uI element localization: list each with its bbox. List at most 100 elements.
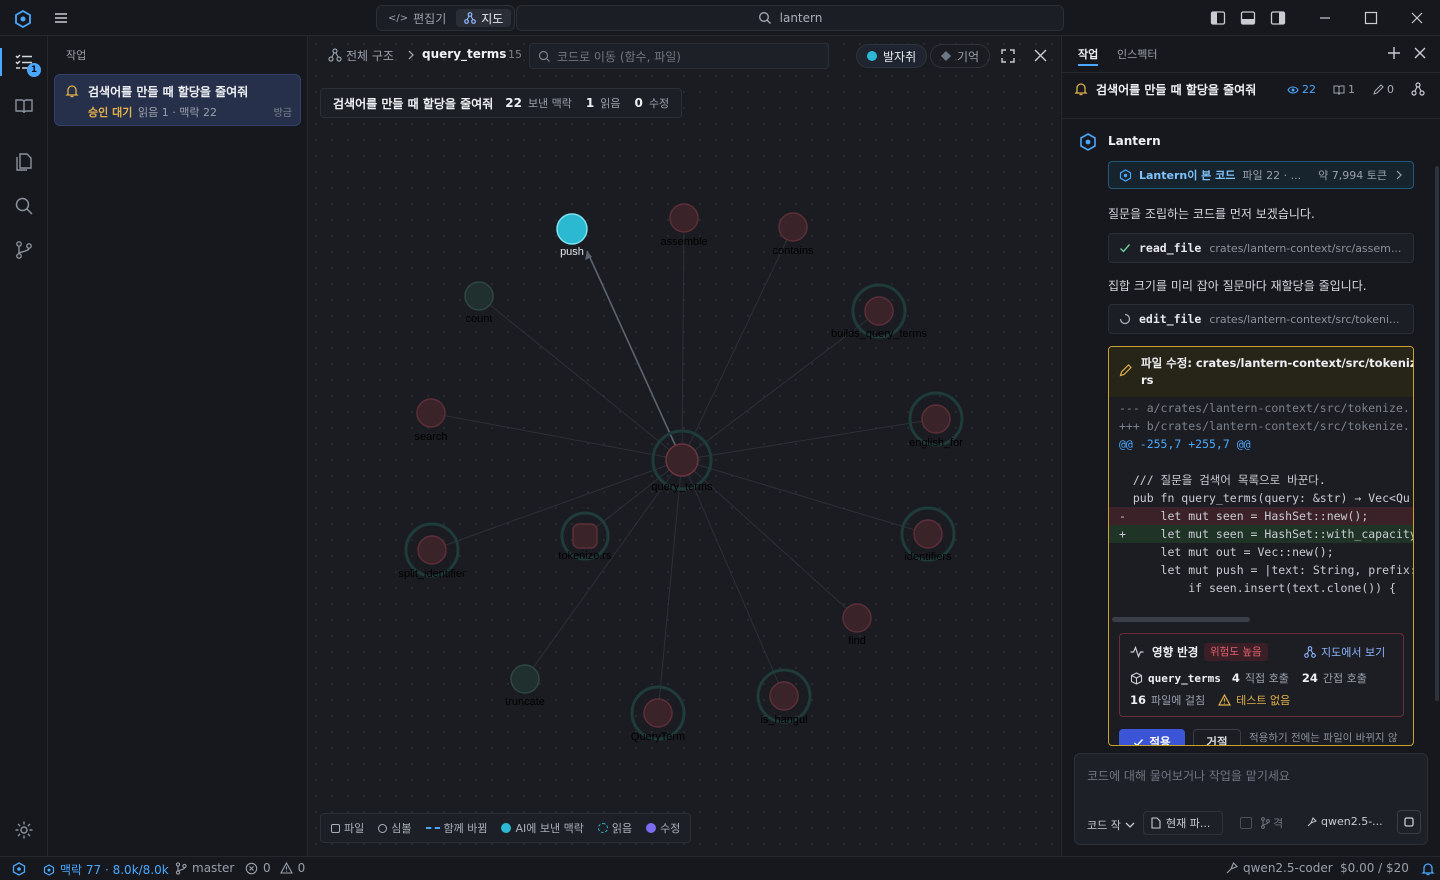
map-legend: 파일 심볼 함께 바뀜 AI에 보낸 맥락 읽음 수정: [320, 813, 692, 843]
cost-indicator[interactable]: $0.00 / $20: [1340, 861, 1409, 875]
context-usage[interactable]: 맥락 77 · 8.0k/8.0k: [43, 861, 169, 878]
graph-icon: [1304, 646, 1316, 658]
settings-icon[interactable]: [14, 820, 34, 840]
node-label-search: search: [414, 431, 447, 443]
node-label-contains: contains: [773, 245, 814, 257]
check-icon: [1119, 242, 1131, 254]
risk-badge: 위험도 높음: [1204, 643, 1268, 661]
add-task-icon[interactable]: [1387, 46, 1401, 60]
mode-select[interactable]: 코드 작: [1087, 817, 1135, 833]
toggle-left-panel-icon[interactable]: [1210, 10, 1226, 26]
branch-indicator[interactable]: master: [175, 861, 234, 875]
tab-inspector[interactable]: 인스펙터: [1117, 46, 1157, 62]
toggle-right-panel-icon[interactable]: [1270, 10, 1286, 26]
diff-line: if seen.insert(text.clone()) {: [1119, 581, 1396, 595]
tasks-badge: 1: [27, 63, 41, 77]
tasks-sidebar: 작업 검색어를 만들 때 할당을 줄여줘 승인 대기 읽음 1 · 맥락 22 …: [48, 36, 308, 856]
close-panel-icon[interactable]: [1414, 47, 1426, 59]
impact-radius-card: 영향 반경 위험도 높음 지도에서 보기 query_terms 4 직접 호출…: [1119, 633, 1404, 717]
search-icon: [758, 11, 772, 25]
chat-composer[interactable]: 코드에 대해 물어보거나 작업을 맡기세요 코드 작 현재 파... 격 qwe…: [1074, 753, 1428, 845]
stop-icon: [1404, 817, 1414, 827]
apply-button[interactable]: 적용: [1119, 729, 1185, 745]
node-label-find: find: [848, 635, 866, 647]
stop-button[interactable]: [1397, 810, 1421, 834]
lantern-status-icon[interactable]: [12, 862, 26, 876]
branch-icon: [175, 861, 187, 875]
model-select[interactable]: qwen2.5-...: [1307, 815, 1383, 828]
spinner-icon: [1119, 313, 1131, 325]
diff-title-line1: 파일 수정: crates/lantern-context/src/tokeni…: [1141, 356, 1414, 370]
node-label-query-term-type: QueryTerm: [631, 731, 685, 743]
git-checkbox[interactable]: [1240, 817, 1252, 829]
minimize-icon[interactable]: [1318, 10, 1334, 26]
title-bar: </> 편집기 지도 lantern: [0, 0, 1440, 36]
diff-line-removed: - let mut seen = HashSet::new();: [1109, 507, 1413, 525]
code-icon: </>: [388, 12, 409, 24]
vertical-scrollbar[interactable]: [1435, 166, 1439, 701]
diff-line: +++ b/crates/lantern-context/src/tokeniz…: [1119, 419, 1410, 433]
node-label-is-hangul: is_hangul: [760, 714, 807, 726]
impact-calls: query_terms 4 직접 호출 24 간접 호출: [1130, 670, 1367, 686]
model-indicator[interactable]: qwen2.5-coder: [1226, 861, 1333, 875]
files-icon[interactable]: [14, 152, 34, 172]
horizontal-scrollbar[interactable]: [1112, 617, 1250, 622]
legend-sent-to-ai: AI에 보낸 맥락: [501, 820, 584, 836]
current-file-chip[interactable]: 현재 파...: [1143, 811, 1223, 835]
file-icon: [1151, 817, 1161, 829]
view-on-map-link[interactable]: 지도에서 보기: [1304, 644, 1385, 660]
assistant-message-2: 집합 크기를 미리 잡아 질문마다 재할당을 줄입니다.: [1108, 279, 1367, 293]
lantern-small-icon: [1119, 168, 1132, 182]
task-meta: 읽음 1 · 맥락 22: [138, 106, 217, 119]
composer-placeholder: 코드에 대해 물어보거나 작업을 맡기세요: [1087, 769, 1290, 783]
active-indicator: [0, 48, 2, 76]
node-label-tokenize-rs: tokenize.rs: [558, 550, 612, 562]
apply-note: 적용하기 전에는 파일이 바뀌지 않: [1249, 732, 1398, 744]
node-label-split-identifier: split_identifier: [398, 568, 466, 580]
check-icon: [1133, 737, 1144, 745]
cube-icon: [1130, 671, 1143, 685]
stat-context: 22: [1287, 83, 1316, 96]
graph-icon[interactable]: [1411, 82, 1425, 96]
book-icon[interactable]: [14, 96, 34, 116]
menu-icon[interactable]: [54, 11, 68, 25]
warning-icon: [279, 862, 293, 874]
tab-task[interactable]: 작업: [1078, 46, 1098, 62]
command-search[interactable]: lantern: [516, 5, 1064, 31]
divider: [1062, 118, 1440, 119]
activity-bar: 1: [0, 36, 48, 856]
seen-code-button[interactable]: Lantern이 본 코드 파일 22 · ... 약 7,994 토큰: [1108, 161, 1414, 189]
assistant-message-1: 질문을 조립하는 코드를 먼저 보겠습니다.: [1108, 207, 1315, 221]
task-title: 검색어를 만들 때 할당을 줄여줘: [88, 85, 249, 99]
tool-call-edit-file[interactable]: edit_file crates/lantern-context/src/tok…: [1108, 304, 1414, 334]
source-control-icon[interactable]: [14, 240, 34, 260]
legend-file: 파일: [331, 820, 364, 836]
branch-icon: [1260, 817, 1270, 829]
divider: [1062, 72, 1440, 73]
notification-bell-icon[interactable]: [1421, 862, 1435, 876]
tab-editor[interactable]: </> 편집기: [380, 9, 454, 27]
maximize-icon[interactable]: [1364, 10, 1380, 26]
diff-line: /// 질문을 검색어 목록으로 바꾼다.: [1119, 473, 1326, 487]
warning-icon: [1218, 694, 1232, 706]
legend-changed-together: 함께 바뀜: [425, 820, 487, 836]
problems-indicator[interactable]: 0 0: [245, 861, 305, 875]
reject-button[interactable]: 거절: [1193, 729, 1241, 745]
symbol-circle-icon: [378, 823, 388, 833]
task-status: 승인 대기: [88, 106, 133, 119]
dashed-line-icon: [425, 827, 440, 829]
stat-edit: 0: [1373, 83, 1394, 96]
search-icon[interactable]: [14, 196, 34, 216]
toggle-bottom-panel-icon[interactable]: [1240, 10, 1256, 26]
node-label-identifiers: identifiers: [904, 551, 952, 563]
node-label-count: count: [466, 313, 493, 325]
node-label-english-for: english_for: [909, 437, 963, 449]
tab-map[interactable]: 지도: [456, 9, 512, 27]
diff-line-added: + let mut seen = HashSet::with_capacity: [1109, 525, 1413, 543]
close-window-icon[interactable]: [1410, 10, 1426, 26]
task-card[interactable]: 검색어를 만들 때 할당을 줄여줘 승인 대기 읽음 1 · 맥락 22 방금: [54, 74, 301, 126]
view-switcher: </> 편집기 지도: [376, 5, 516, 31]
node-label-query-terms: query_terms: [651, 481, 713, 493]
diff-line: --- a/crates/lantern-context/src/tokeniz…: [1119, 401, 1410, 415]
tool-call-read-file[interactable]: read_file crates/lantern-context/src/ass…: [1108, 233, 1414, 263]
